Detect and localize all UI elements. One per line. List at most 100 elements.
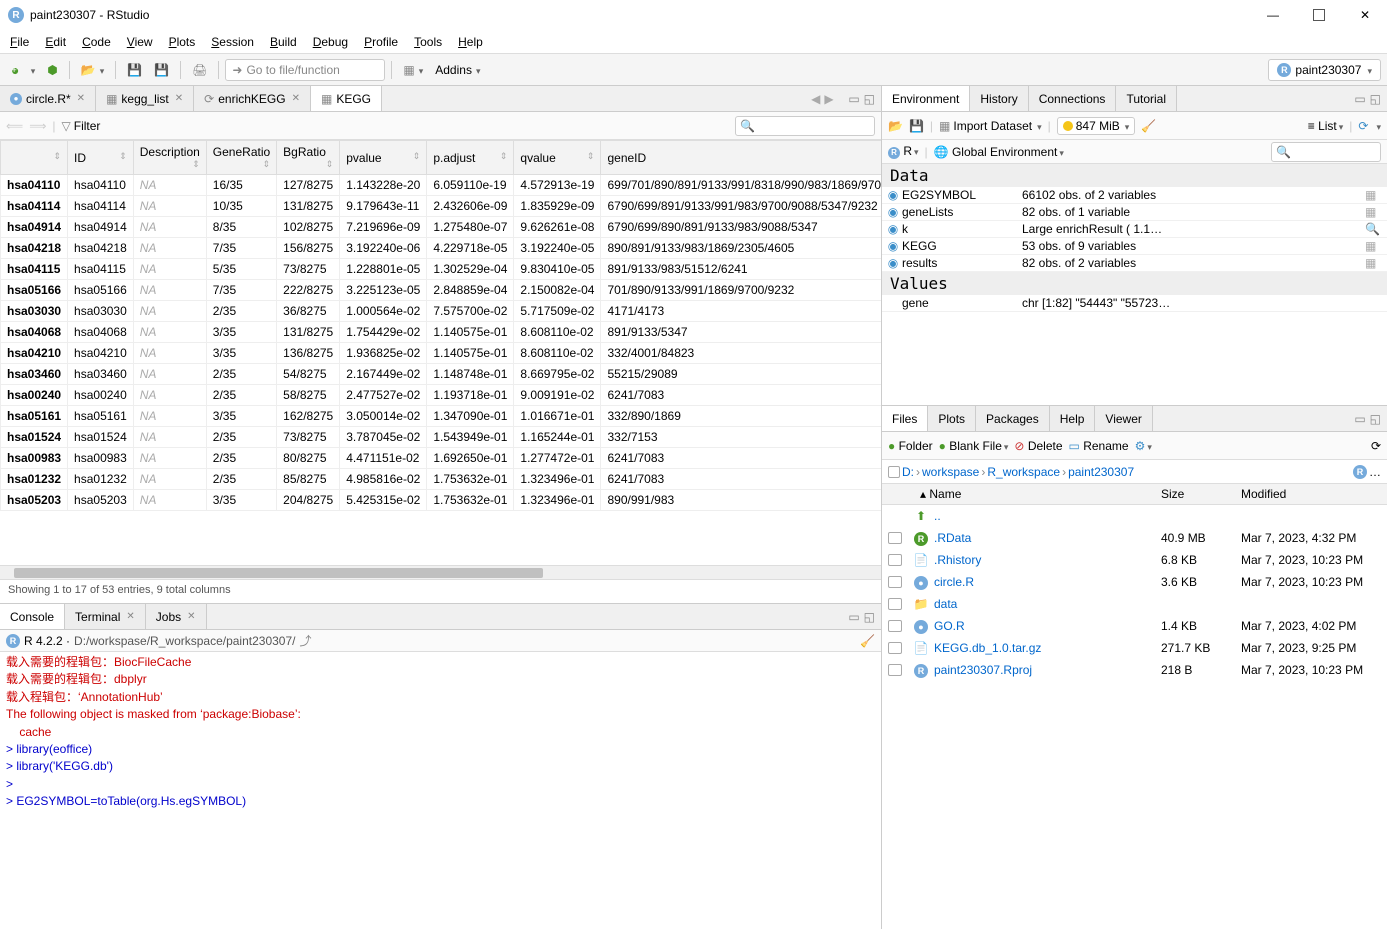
forward-arrow-icon[interactable]: ⟹ xyxy=(29,119,46,133)
files-tab-help[interactable]: Help xyxy=(1050,406,1096,431)
source-forward-button[interactable]: ▶ xyxy=(824,92,833,106)
goto-wd-icon[interactable]: ⤴ xyxy=(300,632,312,649)
new-file-button[interactable]: ●+ xyxy=(6,59,40,81)
column-header[interactable]: GeneRatio⇕ xyxy=(206,141,276,175)
column-header[interactable]: ID⇕ xyxy=(68,141,134,175)
menu-edit[interactable]: Edit xyxy=(45,35,66,49)
file-name[interactable]: data xyxy=(934,597,1161,611)
table-row[interactable]: hsa05203hsa05203NA3/35204/82755.425315e-… xyxy=(1,490,882,511)
clear-env-icon[interactable]: 🧹 xyxy=(1141,119,1156,133)
expand-icon[interactable]: ◉ xyxy=(884,188,902,202)
close-tab-icon[interactable]: ✕ xyxy=(126,611,134,622)
file-row[interactable]: 📄.Rhistory6.8 KBMar 7, 2023, 10:23 PM xyxy=(882,549,1387,571)
files-col-modified[interactable]: Modified xyxy=(1241,487,1381,501)
console-tab-jobs[interactable]: Jobs✕ xyxy=(146,604,207,629)
file-row[interactable]: R.RData40.9 MBMar 7, 2023, 4:32 PM xyxy=(882,527,1387,549)
minimize-button[interactable]: — xyxy=(1259,5,1287,25)
menu-debug[interactable]: Debug xyxy=(313,35,348,49)
select-all-checkbox[interactable] xyxy=(888,466,900,478)
maximize-console-icon[interactable]: ◱ xyxy=(864,610,875,624)
save-all-button[interactable]: 💾 xyxy=(149,60,174,80)
clear-console-icon[interactable]: 🧹 xyxy=(860,634,875,648)
table-row[interactable]: hsa04068hsa04068NA3/35131/82751.754429e-… xyxy=(1,322,882,343)
column-header[interactable]: BgRatio⇕ xyxy=(277,141,340,175)
env-item[interactable]: ◉KEGG53 obs. of 9 variables▦ xyxy=(882,238,1387,255)
more-path-button[interactable]: … xyxy=(1369,465,1381,479)
expand-icon[interactable]: ◉ xyxy=(884,222,902,236)
column-header[interactable]: ⇕ xyxy=(1,141,68,175)
menu-build[interactable]: Build xyxy=(270,35,297,49)
menu-file[interactable]: File xyxy=(10,35,29,49)
table-row[interactable]: hsa04115hsa04115NA5/3573/82751.228801e-0… xyxy=(1,259,882,280)
table-row[interactable]: hsa04210hsa04210NA3/35136/82751.936825e-… xyxy=(1,343,882,364)
refresh-files-icon[interactable]: ⟳ xyxy=(1371,439,1381,453)
env-tab-history[interactable]: History xyxy=(970,86,1028,111)
maximize-button[interactable] xyxy=(1305,5,1333,25)
table-row[interactable]: hsa05166hsa05166NA7/35222/82753.225123e-… xyxy=(1,280,882,301)
file-checkbox[interactable] xyxy=(888,598,902,610)
menu-tools[interactable]: Tools xyxy=(414,35,442,49)
source-back-button[interactable]: ◀ xyxy=(811,92,820,106)
file-name[interactable]: .RData xyxy=(934,531,1161,545)
filter-button[interactable]: ▽Filter xyxy=(62,119,101,133)
file-checkbox[interactable] xyxy=(888,620,902,632)
breadcrumb-item[interactable]: R_workspace xyxy=(987,465,1060,479)
refresh-env-icon[interactable]: ⟳ xyxy=(1358,119,1368,133)
file-name[interactable]: KEGG.db_1.0.tar.gz xyxy=(934,641,1161,655)
file-checkbox[interactable] xyxy=(888,554,902,566)
minimize-pane-icon[interactable]: ▭ xyxy=(848,92,859,106)
console-body[interactable]: 载入需要的程辑包：BiocFileCache载入需要的程辑包：dbplyr载入程… xyxy=(0,652,881,929)
file-row[interactable]: 📄KEGG.db_1.0.tar.gz271.7 KBMar 7, 2023, … xyxy=(882,637,1387,659)
memory-usage[interactable]: 847 MiB xyxy=(1057,117,1136,135)
menu-code[interactable]: Code xyxy=(82,35,111,49)
table-row[interactable]: hsa04914hsa04914NA8/35102/82757.219696e-… xyxy=(1,217,882,238)
maximize-files-icon[interactable]: ◱ xyxy=(1370,412,1381,426)
env-item[interactable]: ◉EG2SYMBOL66102 obs. of 2 variables▦ xyxy=(882,187,1387,204)
column-header[interactable]: pvalue⇕ xyxy=(340,141,427,175)
working-dir[interactable]: D:/workspase/R_workspace/paint230307/ xyxy=(74,634,295,648)
files-tab-viewer[interactable]: Viewer xyxy=(1095,406,1152,431)
file-row[interactable]: ●circle.R3.6 KBMar 7, 2023, 10:23 PM xyxy=(882,571,1387,593)
file-row[interactable]: Rpaint230307.Rproj218 BMar 7, 2023, 10:2… xyxy=(882,659,1387,681)
files-tab-files[interactable]: Files xyxy=(882,406,928,431)
data-search-input[interactable] xyxy=(735,116,875,136)
grid-view-button[interactable]: ▦ xyxy=(398,60,428,80)
menu-profile[interactable]: Profile xyxy=(364,35,398,49)
grid-view-icon[interactable]: ▦ xyxy=(1365,205,1383,219)
console-tab-console[interactable]: Console xyxy=(0,604,65,629)
file-name[interactable]: .Rhistory xyxy=(934,553,1161,567)
rename-file-button[interactable]: ▭ Rename xyxy=(1069,439,1129,453)
delete-file-button[interactable]: ⊘ Delete xyxy=(1014,439,1062,453)
file-checkbox[interactable] xyxy=(888,576,902,588)
grid-view-icon[interactable]: ▦ xyxy=(1365,239,1383,253)
table-row[interactable]: hsa01232hsa01232NA2/3585/82754.985816e-0… xyxy=(1,469,882,490)
column-header[interactable]: geneID⇕ xyxy=(601,141,881,175)
close-tab-icon[interactable]: ✕ xyxy=(77,93,85,104)
table-row[interactable]: hsa00240hsa00240NA2/3558/82752.477527e-0… xyxy=(1,385,882,406)
table-row[interactable]: hsa04218hsa04218NA7/35156/82753.192240e-… xyxy=(1,238,882,259)
file-checkbox[interactable] xyxy=(888,532,902,544)
more-files-button[interactable]: ⚙ xyxy=(1135,439,1152,453)
table-row[interactable]: hsa03030hsa03030NA2/3536/82751.000564e-0… xyxy=(1,301,882,322)
file-checkbox[interactable] xyxy=(888,642,902,654)
data-viewer[interactable]: ⇕ID⇕Description⇕GeneRatio⇕BgRatio⇕pvalue… xyxy=(0,140,881,565)
env-language-selector[interactable]: R R xyxy=(888,144,919,159)
new-project-button[interactable]: ⬢ xyxy=(42,60,62,80)
addins-button[interactable]: Addins xyxy=(430,60,485,80)
env-tab-environment[interactable]: Environment xyxy=(882,86,970,111)
env-item[interactable]: ◉results82 obs. of 2 variables▦ xyxy=(882,255,1387,272)
table-row[interactable]: hsa01524hsa01524NA2/3573/82753.787045e-0… xyxy=(1,427,882,448)
project-menu[interactable]: Rpaint230307 xyxy=(1268,59,1381,81)
source-tab[interactable]: ⟳enrichKEGG✕ xyxy=(194,86,311,111)
files-tab-packages[interactable]: Packages xyxy=(976,406,1050,431)
menu-session[interactable]: Session xyxy=(211,35,254,49)
menu-view[interactable]: View xyxy=(127,35,153,49)
menu-plots[interactable]: Plots xyxy=(169,35,196,49)
column-header[interactable]: Description⇕ xyxy=(133,141,206,175)
import-dataset-button[interactable]: ▦Import Dataset xyxy=(939,119,1042,133)
maximize-pane-icon[interactable]: ◱ xyxy=(864,92,875,106)
search-icon[interactable]: 🔍 xyxy=(1365,222,1383,236)
breadcrumb-item[interactable]: workspase xyxy=(922,465,979,479)
column-header[interactable]: qvalue⇕ xyxy=(514,141,601,175)
breadcrumb-item[interactable]: paint230307 xyxy=(1068,465,1134,479)
